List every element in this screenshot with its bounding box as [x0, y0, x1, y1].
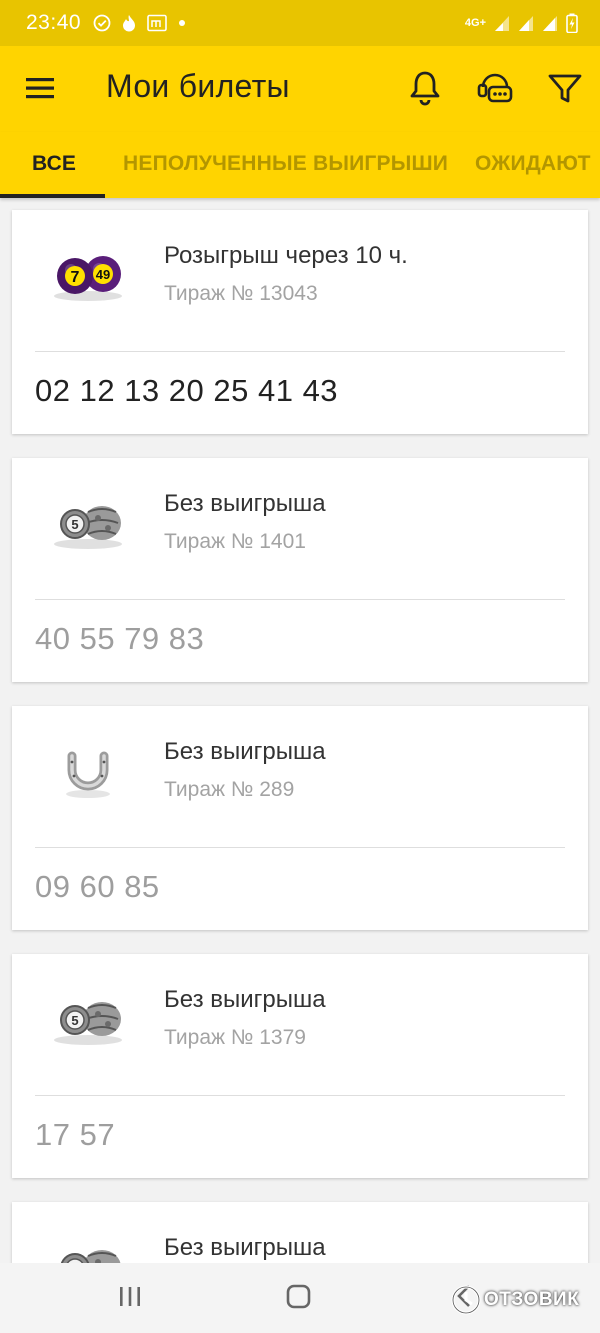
status-bar: 23:40 4G+ — [0, 0, 600, 46]
watermark-text: ОТЗОВИК — [484, 1289, 580, 1310]
ticket-numbers: 09 60 85 — [35, 869, 160, 904]
lotto-barrels-icon: 5 — [54, 506, 122, 549]
ticket-status: Без выигрыша — [164, 490, 326, 517]
menu-icon[interactable] — [22, 72, 60, 106]
ticket-status: Без выигрыша — [164, 738, 326, 765]
watermark: ОТЗОВИК — [450, 1284, 579, 1316]
ticket-status: Без выигрыша — [164, 1234, 326, 1261]
dot-icon — [179, 20, 186, 26]
tab-all[interactable]: ВСЕ — [32, 132, 76, 198]
ticket-card[interactable]: 49 7 Розыгрыш через 10 ч. Тираж № 13043 … — [12, 210, 588, 434]
active-tab-indicator — [0, 194, 105, 198]
horseshoe-icon — [66, 751, 110, 798]
app-bar: Мои билеты — [0, 46, 600, 132]
bell-icon[interactable] — [405, 68, 445, 108]
divider — [35, 351, 565, 352]
battery-charging-icon — [566, 13, 578, 33]
ticket-card[interactable]: 5 Без выигрыша Тираж № 1401 40 55 79 83 — [12, 458, 588, 682]
status-time: 23:40 — [26, 11, 82, 34]
recent-apps-icon[interactable] — [115, 1281, 145, 1311]
signal-icon — [519, 16, 533, 31]
ball-label: 49 — [96, 267, 110, 282]
ball-label: 7 — [71, 269, 80, 286]
lotto-balls-7-49-icon: 49 7 — [54, 256, 122, 301]
support-chat-icon[interactable] — [475, 68, 515, 108]
status-icons-left — [93, 14, 187, 32]
ticket-draw-number: Тираж № 289 — [164, 778, 295, 801]
flame-icon — [123, 15, 136, 32]
ticket-card[interactable]: 5 Без выигрыша Тираж № 1379 17 57 — [12, 954, 588, 1178]
ticket-numbers: 17 57 — [35, 1117, 116, 1152]
divider — [35, 1095, 565, 1096]
ticket-numbers: 02 12 13 20 25 41 43 — [35, 373, 339, 408]
ticket-card[interactable]: Без выигрыша Тираж № 289 09 60 85 — [12, 706, 588, 930]
barrel-label: 5 — [71, 1013, 78, 1028]
tab-pending[interactable]: ОЖИДАЮТ — [475, 132, 591, 198]
m-box-icon — [147, 14, 167, 32]
signal-icon — [543, 16, 557, 31]
barrel-label: 5 — [71, 517, 78, 532]
filter-icon[interactable] — [545, 68, 585, 108]
ticket-draw-number: Тираж № 1379 — [164, 1026, 306, 1049]
ticket-draw-number: Тираж № 13043 — [164, 282, 318, 305]
signal-icon — [495, 16, 509, 31]
divider — [35, 847, 565, 848]
ticket-status: Розыгрыш через 10 ч. — [164, 242, 408, 269]
status-icons-right: 4G+ — [465, 13, 578, 33]
watermark-logo-icon — [451, 1285, 481, 1315]
check-circle-icon — [93, 14, 111, 32]
home-icon[interactable] — [284, 1281, 314, 1311]
tab-unclaimed-winnings[interactable]: НЕПОЛУЧЕННЫЕ ВЫИГРЫШИ — [123, 132, 448, 198]
ticket-status: Без выигрыша — [164, 986, 326, 1013]
network-type-label: 4G+ — [464, 17, 486, 29]
ticket-draw-number: Тираж № 1401 — [164, 530, 306, 553]
ticket-numbers: 40 55 79 83 — [35, 621, 205, 656]
divider — [35, 599, 565, 600]
page-title: Мои билеты — [106, 68, 290, 104]
lotto-barrels-icon: 5 — [54, 1002, 122, 1045]
tab-bar: ВСЕ НЕПОЛУЧЕННЫЕ ВЫИГРЫШИ ОЖИДАЮТ — [0, 132, 600, 198]
